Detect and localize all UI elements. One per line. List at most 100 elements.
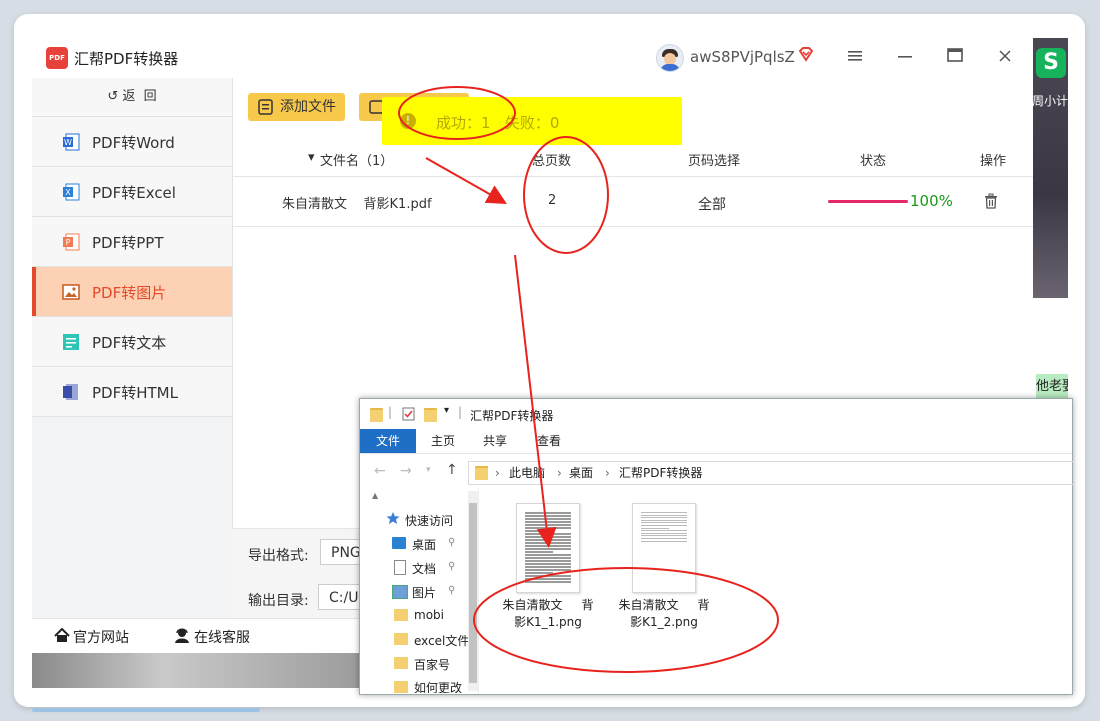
row-page-select[interactable]: 全部 <box>698 194 726 214</box>
add-file-button[interactable]: 添加文件 <box>248 93 345 121</box>
trash-icon[interactable] <box>984 193 998 209</box>
breadcrumb-item[interactable]: 汇帮PDF转换器 <box>619 462 702 484</box>
sidebar-item-pdf-word[interactable]: W PDF转Word <box>32 117 232 167</box>
nav-desktop[interactable]: 桌面 <box>412 536 436 553</box>
sidebar-item-label: PDF转图片 <box>92 284 167 302</box>
file-name-2[interactable]: 朱自清散文 背 影K1_2.png <box>604 597 724 631</box>
row-filename: 朱自清散文 背影K1.pdf <box>282 197 432 212</box>
tab-share[interactable]: 共享 <box>472 429 518 453</box>
title-bar: PDF 汇帮PDF转换器 awS8PVjPqlsZ <box>32 36 1033 78</box>
thumbnail-text-line <box>525 524 571 526</box>
thumbnail-text-line <box>525 560 571 562</box>
breadcrumb-item[interactable]: 桌面 <box>569 462 593 484</box>
thumbnail-text-line <box>525 548 571 550</box>
quick-access-dropdown-icon[interactable]: ▾ <box>444 405 449 416</box>
folder-icon <box>394 609 408 621</box>
thumbnail-text-line <box>641 519 687 521</box>
sort-arrow-icon[interactable]: ▾ <box>308 150 315 165</box>
username[interactable]: awS8PVjPqlsZ <box>690 48 795 66</box>
breadcrumb-item[interactable]: 此电脑 <box>509 462 545 484</box>
properties-icon[interactable] <box>402 407 415 421</box>
toast-text: 成功：1 失败：0 <box>436 114 560 132</box>
thumbnail-text-line <box>641 527 669 529</box>
support-link[interactable]: 在线客服 <box>194 627 250 647</box>
back-button[interactable]: ↺ 返 回 <box>32 78 232 117</box>
format-label: 导出格式: <box>248 548 309 564</box>
table-row[interactable]: 朱自清散文 背影K1.pdf 2 全部 100% <box>232 177 1033 227</box>
sidebar-item-label: PDF转HTML <box>92 384 178 402</box>
thumbnail-text-line <box>641 517 687 519</box>
home-icon <box>54 628 70 642</box>
thumbnail-text-line <box>525 563 571 565</box>
info-icon: ! <box>400 113 416 129</box>
thumbnail-text-line <box>525 569 571 571</box>
thumbnail-text-line <box>525 521 571 523</box>
sidebar-item-pdf-ppt[interactable]: P PDF转PPT <box>32 217 232 267</box>
back-icon: ↺ <box>107 89 119 104</box>
explorer-title: 汇帮PDF转换器 <box>470 409 554 423</box>
sidebar-item-pdf-html[interactable]: PDF转HTML <box>32 367 232 417</box>
thumbnail-text-line <box>641 512 687 513</box>
new-folder-icon[interactable] <box>424 408 437 422</box>
minimize-icon[interactable] <box>893 46 917 68</box>
menu-icon[interactable] <box>843 46 867 68</box>
desktop-icon <box>392 537 406 549</box>
forward-arrow-icon[interactable]: → <box>400 463 412 479</box>
row-pages: 2 <box>548 193 557 208</box>
background-app-icon[interactable]: S <box>1036 48 1066 78</box>
picture-icon <box>392 585 408 599</box>
address-breadcrumb[interactable]: › 此电脑 › 桌面 › 汇帮PDF转换器 <box>468 461 1074 485</box>
thumbnail-text-line <box>525 512 571 514</box>
folder-icon <box>475 466 488 480</box>
nav-folder-excel[interactable]: excel文件 <box>414 632 469 649</box>
file-thumbnail-2[interactable] <box>632 503 696 593</box>
column-filename[interactable]: 文件名（1） <box>320 150 393 169</box>
close-icon[interactable] <box>993 46 1017 68</box>
back-label: 返 回 <box>122 89 157 104</box>
sidebar-item-pdf-excel[interactable]: X PDF转Excel <box>32 167 232 217</box>
tab-file[interactable]: 文件 <box>360 429 416 453</box>
maximize-icon[interactable] <box>943 46 967 68</box>
tab-home[interactable]: 主页 <box>420 429 466 453</box>
add-file-icon <box>258 99 273 115</box>
thumbnail-text-line <box>525 530 553 532</box>
nav-folder-mobi[interactable]: mobi <box>414 608 444 622</box>
output-dir-label: 输出目录: <box>248 593 309 609</box>
nav-pictures[interactable]: 图片 <box>412 584 436 601</box>
back-arrow-icon[interactable]: ← <box>374 463 386 479</box>
up-arrow-icon[interactable]: ↑ <box>446 462 458 478</box>
sidebar-item-pdf-text[interactable]: PDF转文本 <box>32 317 232 367</box>
file-name-1[interactable]: 朱自清散文 背 影K1_1.png <box>488 597 608 631</box>
app-logo-icon: PDF <box>46 47 68 69</box>
thumbnail-text-line <box>525 551 553 553</box>
sidebar-item-pdf-image[interactable]: PDF转图片 <box>32 267 232 317</box>
tab-view[interactable]: 查看 <box>526 429 572 453</box>
column-pages: 总页数 <box>532 154 572 169</box>
background-green-text: 他老娶 <box>1036 374 1068 400</box>
nav-quick-access[interactable]: 快速访问 <box>405 512 453 529</box>
thumbnail-text-line <box>525 518 571 520</box>
word-icon: W <box>63 133 80 151</box>
svg-text:X: X <box>65 188 71 197</box>
nav-folder-baijiahao[interactable]: 百家号 <box>414 656 450 673</box>
column-status: 状态 <box>860 154 887 169</box>
thumbnail-text-line <box>525 557 571 559</box>
recent-dropdown-icon[interactable]: ▾ <box>426 465 431 475</box>
text-icon <box>63 334 79 350</box>
desktop-background <box>32 653 360 688</box>
status-toast: ! 成功：1 失败：0 <box>382 97 682 145</box>
vip-diamond-icon[interactable] <box>798 46 814 66</box>
nav-scrollbar[interactable] <box>468 491 478 691</box>
thumbnail-text-line <box>641 538 687 539</box>
avatar[interactable] <box>656 44 684 72</box>
file-thumbnail-1[interactable] <box>516 503 580 593</box>
background-text: 周小计 <box>1032 94 1069 108</box>
folder-icon <box>394 657 408 669</box>
nav-folder-howto[interactable]: 如何更改 <box>414 679 462 693</box>
column-page-select: 页码选择 <box>688 154 741 169</box>
address-bar-row: ← → ▾ ↑ › 此电脑 › 桌面 › 汇帮PDF转换器 <box>360 457 1074 487</box>
nav-documents[interactable]: 文档 <box>412 560 436 577</box>
website-link[interactable]: 官方网站 <box>73 627 129 647</box>
thumbnail-text-line <box>641 525 687 526</box>
progress-percent: 100% <box>910 192 953 210</box>
